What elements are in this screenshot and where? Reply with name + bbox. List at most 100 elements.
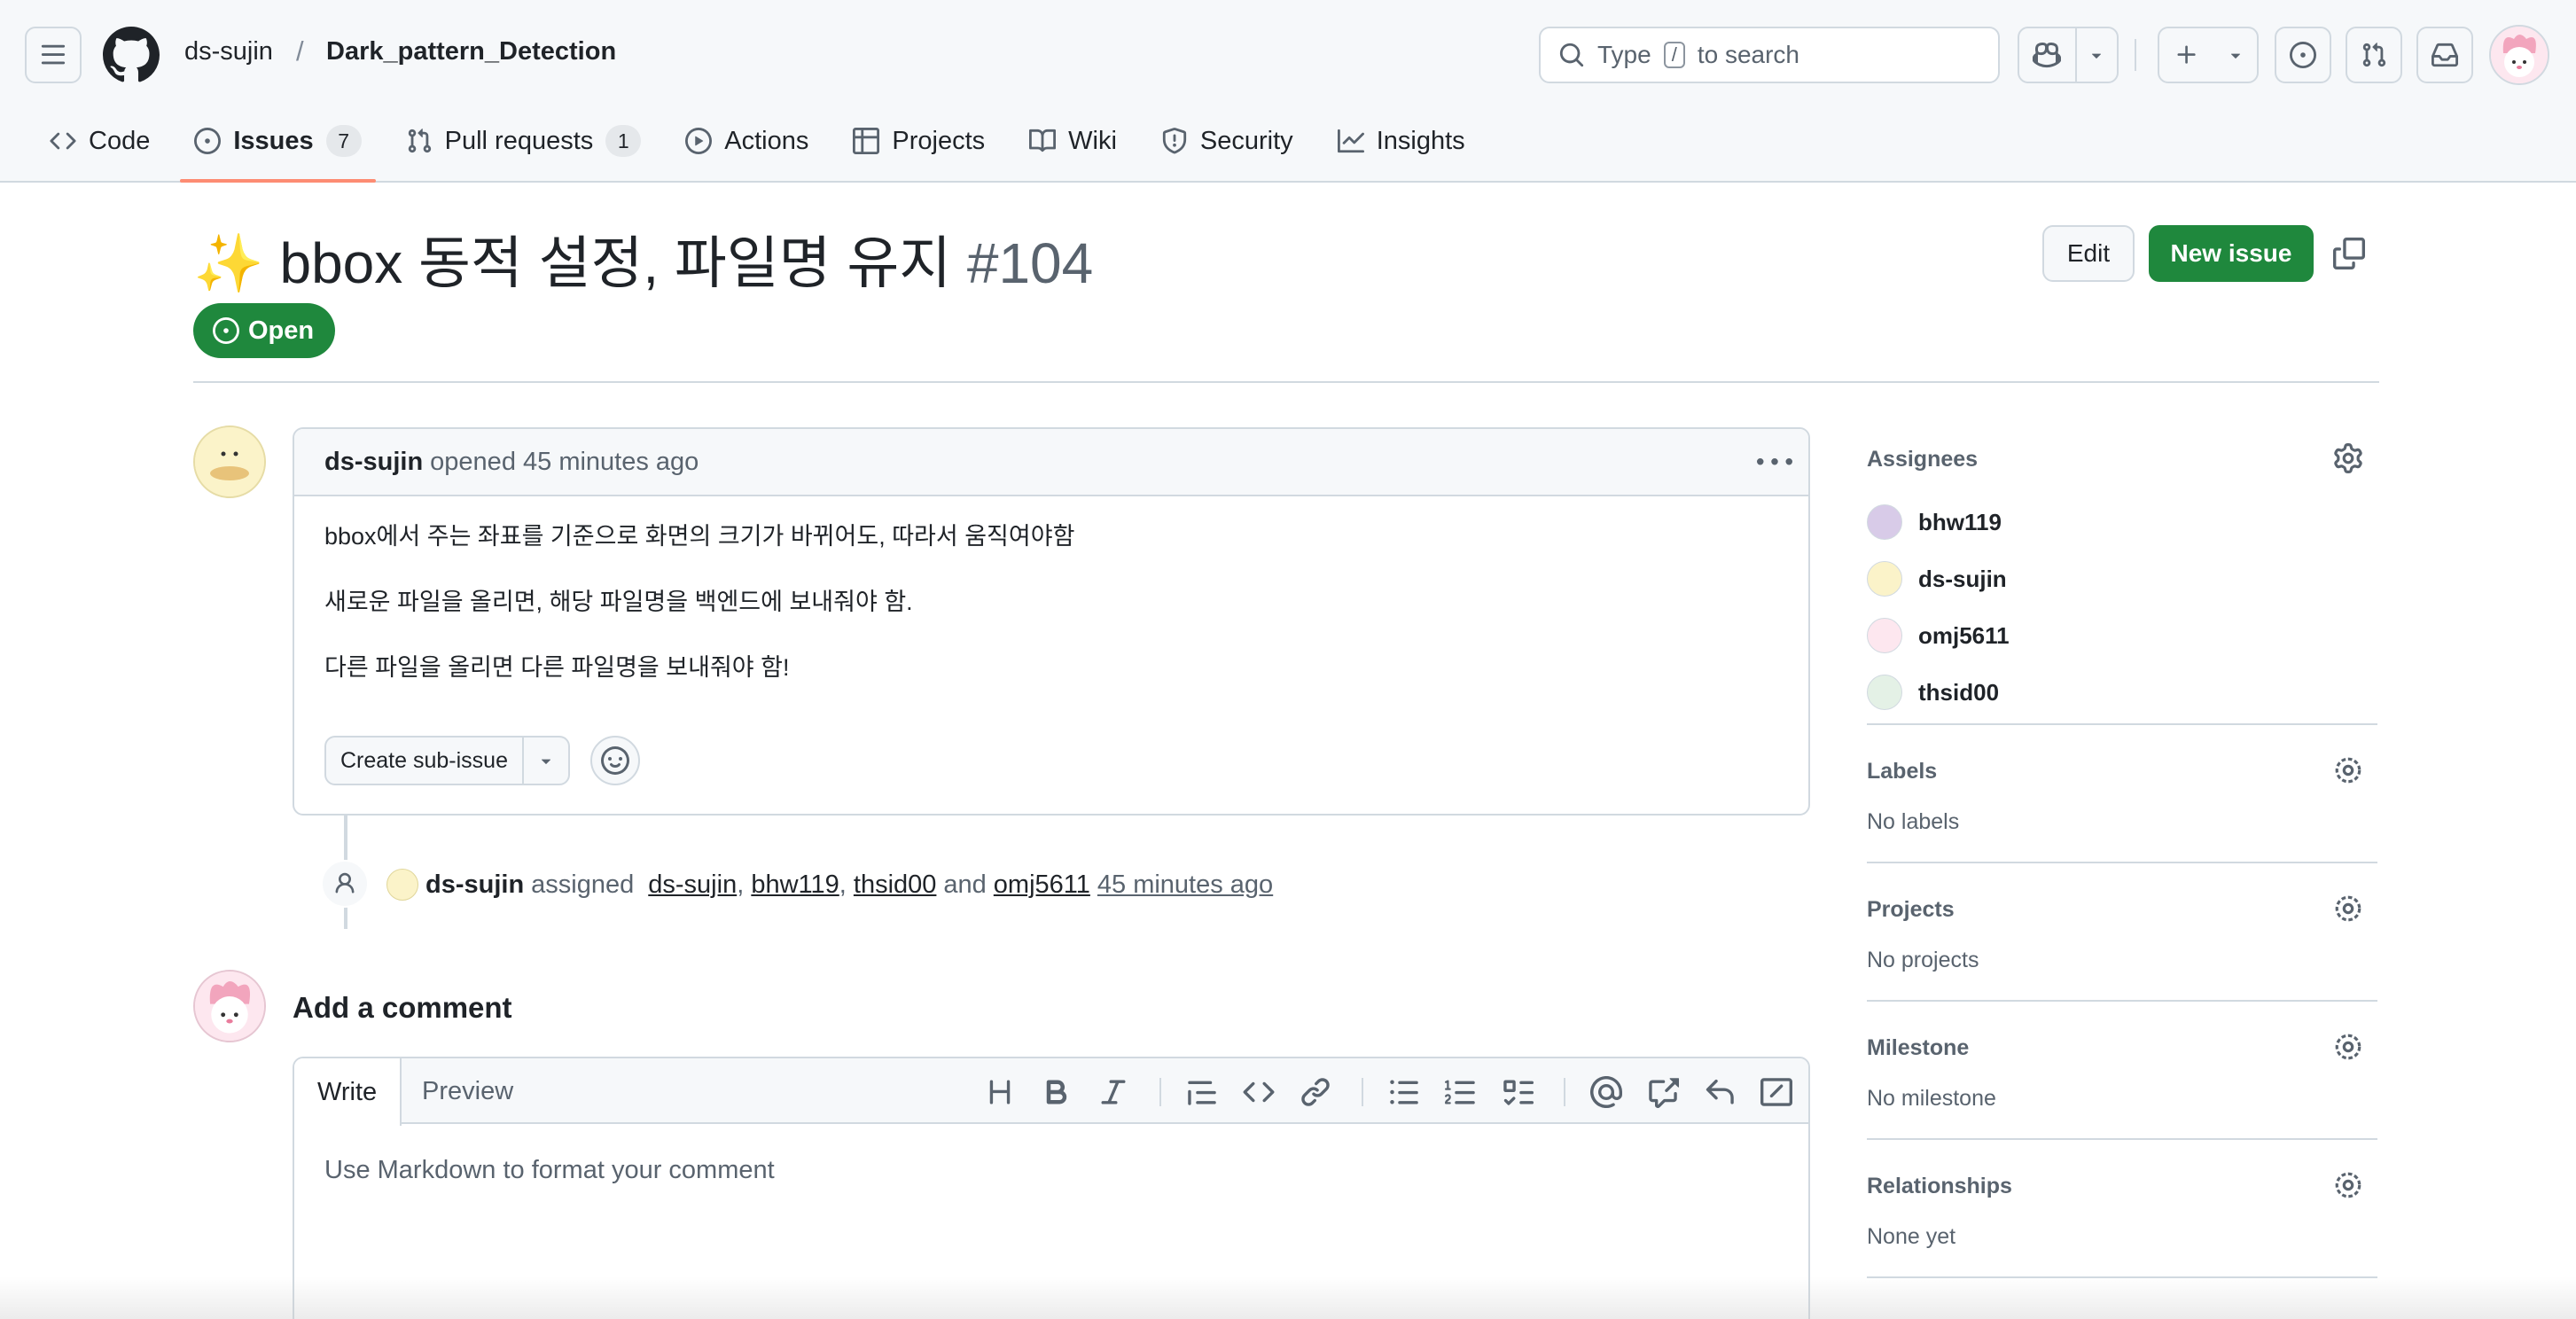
list-unordered-icon[interactable] [1388, 1076, 1420, 1108]
mention-icon[interactable] [1590, 1076, 1622, 1108]
create-sub-issue-button[interactable]: Create sub-issue [326, 738, 522, 784]
milestone-heading: Milestone [1867, 1035, 1970, 1060]
assigned-user-link[interactable]: thsid00 [854, 870, 937, 900]
scroll-shade [0, 1276, 2576, 1319]
milestone-value: No milestone [1867, 1086, 1996, 1111]
comment-paragraph: bbox에서 주는 좌표를 기준으로 화면의 크기가 바뀌어도, 따라서 움직여… [324, 523, 1075, 550]
comment-textarea[interactable]: Use Markdown to format your comment [294, 1124, 1808, 1217]
labels-heading: Labels [1867, 759, 1938, 784]
actor-avatar[interactable] [386, 869, 418, 901]
create-new-button[interactable] [2159, 28, 2214, 82]
gear-icon[interactable] [2333, 1170, 2363, 1200]
tab-label: Actions [724, 126, 809, 155]
assignee-item[interactable]: thsid00 [1867, 664, 2377, 721]
pull-requests-counter: 1 [605, 125, 642, 157]
avatar-image [195, 972, 264, 1041]
assignee-list: bhw119 ds-sujin omj5611 thsid00 [1867, 494, 2377, 721]
tab-preview[interactable]: Preview [399, 1058, 536, 1124]
sub-issue-dropdown-button[interactable] [521, 738, 568, 784]
assigned-user-link[interactable]: omj5611 [994, 870, 1090, 900]
create-dropdown-button[interactable] [2214, 28, 2257, 82]
assignee-item[interactable]: bhw119 [1867, 494, 2377, 550]
relationships-value: None yet [1867, 1224, 1956, 1249]
assignee-item[interactable]: omj5611 [1867, 607, 2377, 664]
tasklist-icon[interactable] [1502, 1076, 1534, 1108]
user-avatar[interactable] [2489, 25, 2549, 85]
github-logo-icon[interactable] [103, 27, 160, 83]
tab-issues[interactable]: Issues 7 [180, 119, 376, 183]
sidebar-labels: Labels No labels [1867, 757, 2377, 835]
comment-paragraph: 다른 파일을 올리면 다른 파일명을 보내줘야 함! [324, 654, 790, 681]
list-ordered-icon[interactable] [1445, 1076, 1477, 1108]
comma-separator: , [839, 870, 854, 899]
heading-icon[interactable] [984, 1076, 1016, 1108]
copy-icon[interactable] [2333, 238, 2365, 269]
actor-link[interactable]: ds-sujin [425, 870, 524, 900]
copilot-dropdown-button[interactable] [2074, 28, 2117, 82]
projects-value: No projects [1867, 948, 1979, 972]
tab-wiki[interactable]: Wiki [1015, 119, 1131, 163]
italic-icon[interactable] [1097, 1076, 1129, 1108]
reply-icon[interactable] [1704, 1076, 1736, 1108]
sidebar-divider [1867, 1138, 2377, 1140]
search-shortcut-key: / [1663, 42, 1685, 68]
issue-state-badge: Open [193, 303, 336, 358]
comment-meta: opened 45 minutes ago [430, 447, 699, 476]
shield-icon [1162, 128, 1187, 154]
search-prefix: Type [1597, 41, 1651, 68]
quote-icon[interactable] [1186, 1076, 1218, 1108]
current-user-avatar[interactable] [193, 970, 266, 1042]
play-icon [685, 128, 713, 154]
tab-projects[interactable]: Projects [839, 119, 999, 163]
comment-body: bbox에서 주는 좌표를 기준으로 화면의 크기가 바뀌어도, 따라서 움직여… [294, 496, 1808, 681]
gear-icon[interactable] [2333, 755, 2363, 785]
comment-author-link[interactable]: ds-sujin [324, 448, 423, 477]
tab-write[interactable]: Write [294, 1058, 402, 1126]
assigned-user-link[interactable]: bhw119 [751, 870, 839, 900]
toolbar-divider [1362, 1078, 1363, 1106]
gear-icon[interactable] [2333, 443, 2363, 473]
inbox-button[interactable] [2416, 27, 2473, 83]
graph-icon [1337, 129, 1364, 153]
git-pull-request-icon [408, 129, 431, 153]
projects-heading: Projects [1867, 897, 1955, 922]
assigned-user-link[interactable]: ds-sujin [648, 870, 737, 900]
assignee-name: omj5611 [1918, 621, 2010, 649]
sidebar-divider [1867, 862, 2377, 863]
assignee-item[interactable]: ds-sujin [1867, 550, 2377, 607]
book-icon [1029, 129, 1057, 152]
search-icon [1559, 43, 1584, 67]
add-reaction-button[interactable] [590, 736, 640, 785]
menu-button[interactable] [25, 27, 82, 83]
tab-pull-requests[interactable]: Pull requests 1 [392, 119, 656, 163]
cross-reference-icon[interactable] [1647, 1076, 1679, 1108]
kebab-horizontal-icon[interactable] [1757, 445, 1792, 480]
copilot-button[interactable] [2019, 28, 2075, 82]
edit-button[interactable]: Edit [2042, 225, 2135, 282]
code-icon[interactable] [1243, 1076, 1275, 1108]
event-time-link[interactable]: 45 minutes ago [1097, 870, 1273, 900]
your-pull-requests-button[interactable] [2346, 27, 2402, 83]
bold-icon[interactable] [1041, 1076, 1073, 1108]
tab-code[interactable]: Code [35, 119, 164, 163]
gear-icon[interactable] [2333, 1032, 2363, 1062]
inbox-icon [2432, 43, 2458, 67]
issue-opened-icon [2290, 42, 2316, 68]
slash-command-icon[interactable] [1760, 1076, 1792, 1108]
repo-name-link[interactable]: Dark_pattern_Detection [326, 37, 616, 66]
link-icon[interactable] [1300, 1076, 1331, 1108]
author-avatar[interactable] [193, 425, 266, 498]
new-issue-button[interactable]: New issue [2149, 225, 2314, 282]
search-input[interactable]: Type / to search [1539, 27, 2000, 83]
code-icon [50, 132, 76, 150]
tab-security[interactable]: Security [1147, 119, 1308, 163]
tab-insights[interactable]: Insights [1323, 119, 1479, 163]
repo-owner-link[interactable]: ds-sujin [184, 37, 273, 66]
timeline-event-icon [321, 860, 369, 908]
gear-icon[interactable] [2333, 894, 2363, 924]
global-header: ds-sujin / Dark_pattern_Detection Type /… [0, 0, 2576, 183]
person-icon [335, 872, 355, 894]
tab-actions[interactable]: Actions [671, 119, 823, 163]
sidebar-milestone: Milestone No milestone [1867, 1032, 2377, 1112]
your-issues-button[interactable] [2275, 27, 2331, 83]
